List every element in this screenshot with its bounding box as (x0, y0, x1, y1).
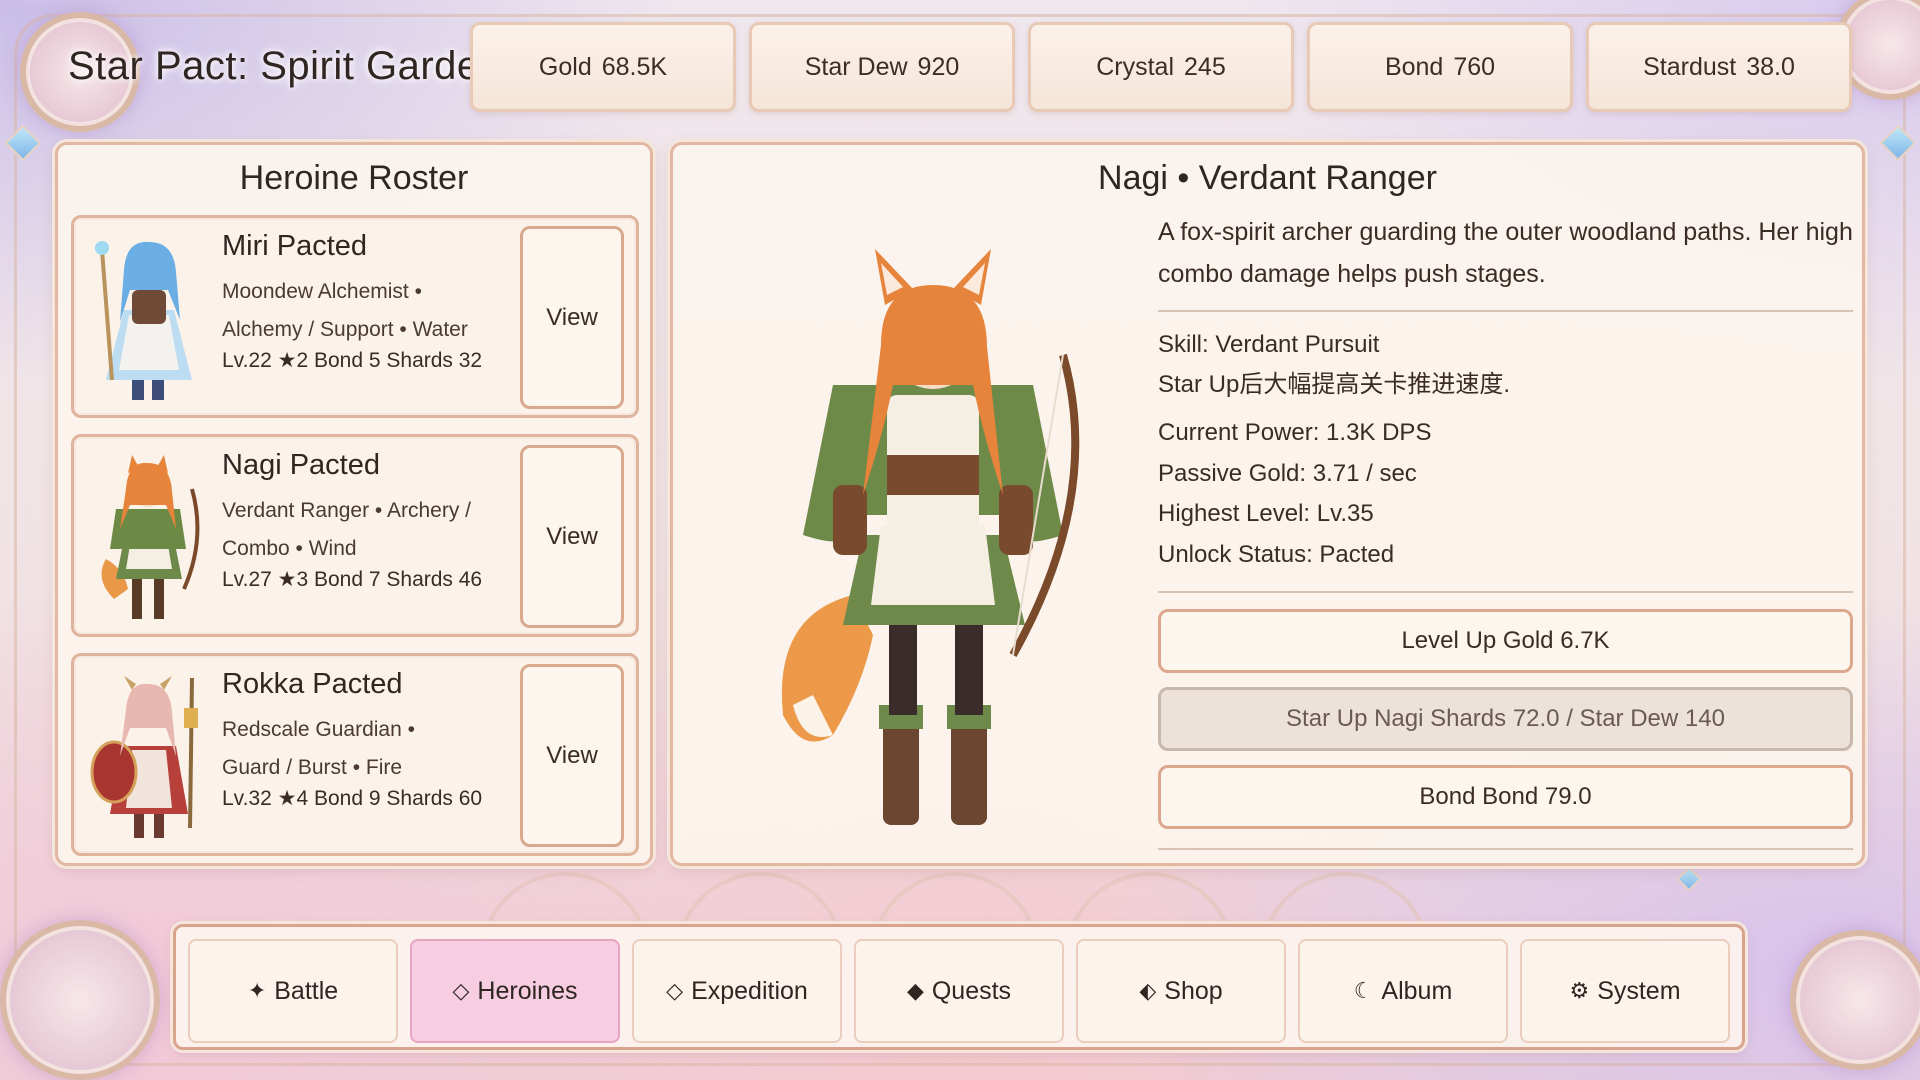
resource-value: 760 (1453, 52, 1496, 81)
corner-orb-bottom-left (0, 920, 160, 1080)
resource-value: 245 (1184, 52, 1226, 81)
heroine-name: Miri Pacted (222, 230, 368, 262)
heroine-role: Combo • Wind (222, 537, 357, 560)
divider (1158, 310, 1853, 312)
resource-label: Crystal (1096, 52, 1175, 81)
skill-description: Star Up后大幅提高关卡推进速度. (1158, 371, 1511, 398)
heroine-info: Moondew Alchemist • Alchemy / Support • … (222, 273, 512, 349)
sparkle-icon: ✦ (247, 978, 267, 1003)
diamond-filled-icon: ◆ (906, 978, 924, 1003)
view-nagi-button[interactable]: View (520, 445, 624, 628)
heroine-roster-panel: Heroine Roster Miri Pacted Moondew Alche… (55, 142, 653, 866)
level-up-button[interactable]: Level Up Gold 6.7K (1158, 609, 1853, 673)
tab-system[interactable]: ⚙ System (1520, 939, 1730, 1043)
heroine-name: Nagi Pacted (222, 449, 380, 481)
diamond-outline-icon: ◇ (452, 978, 470, 1003)
bond-button[interactable]: Bond Bond 79.0 (1158, 765, 1853, 829)
tab-label: Shop (1164, 976, 1223, 1005)
view-miri-button[interactable]: View (520, 226, 624, 409)
stat-highest-level: Highest Level: Lv.35 (1158, 500, 1374, 527)
star-up-button[interactable]: Star Up Nagi Shards 72.0 / Star Dew 140 (1158, 687, 1853, 751)
divider (1158, 591, 1853, 593)
bottom-navigation: ✦ Battle ◇ Heroines ◇ Expedition ◆ Quests ⬖ S… (173, 924, 1745, 1050)
shop-gem-icon: ⬖ (1139, 978, 1157, 1003)
tab-shop[interactable]: ⬖ Shop (1076, 939, 1286, 1043)
heroine-info: Verdant Ranger • Archery / Combo • Wind (222, 492, 512, 568)
tab-expedition[interactable]: ◇ Expedition (632, 939, 842, 1043)
tab-battle[interactable]: ✦ Battle (188, 939, 398, 1043)
resource-label: Gold (538, 52, 592, 81)
tab-label: Heroines (477, 976, 578, 1005)
resource-gold: Gold 68.5K (470, 22, 736, 112)
heroine-stats: Lv.32 ★4 Bond 9 Shards 60 (222, 787, 483, 810)
resource-bond: Bond 760 (1307, 22, 1573, 112)
heroine-full-art-nagi (781, 249, 1080, 825)
heroine-role: Alchemy / Support • Water (222, 318, 468, 341)
tab-heroines[interactable]: ◇ Heroines (410, 939, 620, 1043)
heroine-portrait-nagi (101, 455, 200, 619)
heroine-description: A fox-spirit archer guarding the outer w… (1158, 218, 1853, 288)
resource-label: Star Dew (804, 52, 908, 81)
skill-name: Skill: Verdant Pursuit (1158, 331, 1380, 358)
roster-card-rokka: Rokka Pacted Redscale Guardian • Guard /… (71, 653, 639, 856)
roster-card-nagi: Nagi Pacted Verdant Ranger • Archery / C… (71, 434, 639, 637)
view-rokka-button[interactable]: View (520, 664, 624, 847)
stat-current-power: Current Power: 1.3K DPS (1158, 419, 1432, 446)
heroine-info: Redscale Guardian • Guard / Burst • Fire (222, 711, 512, 787)
stat-unlock-status: Unlock Status: Pacted (1158, 540, 1395, 568)
divider (1158, 848, 1853, 850)
resource-star-dew: Star Dew 920 (749, 22, 1015, 112)
tab-label: System (1597, 976, 1681, 1005)
resource-value: 68.5K (601, 52, 668, 81)
heroine-stat-list: Current Power: 1.3K DPS Passive Gold: 3.… (1158, 413, 1858, 575)
tab-label: Quests (931, 976, 1012, 1005)
heroine-portrait-rokka (90, 676, 198, 838)
detail-title: Nagi • Verdant Ranger (1098, 159, 1437, 197)
resource-crystal: Crystal 245 (1028, 22, 1294, 112)
roster-card-miri: Miri Pacted Moondew Alchemist • Alchemy … (71, 215, 639, 418)
heroine-name: Rokka Pacted (222, 668, 403, 700)
tab-quests[interactable]: ◆ Quests (854, 939, 1064, 1043)
gear-icon: ⚙ (1569, 978, 1590, 1003)
heroine-stats: Lv.22 ★2 Bond 5 Shards 32 (222, 349, 483, 372)
resource-value: 38.0 (1746, 52, 1795, 81)
tab-label: Battle (274, 976, 339, 1005)
tab-album[interactable]: ☾ Album (1298, 939, 1508, 1043)
heroine-stats: Lv.27 ★3 Bond 7 Shards 46 (222, 568, 483, 591)
resource-stardust: Stardust 38.0 (1586, 22, 1852, 112)
tab-label: Expedition (691, 976, 808, 1005)
tab-label: Album (1381, 976, 1453, 1005)
heroine-detail-panel: Nagi • Verdant Ranger A fox-spirit arche… (670, 142, 1865, 866)
resource-value: 920 (917, 52, 960, 81)
heroine-class: Redscale Guardian • (222, 718, 415, 741)
heroine-class: Moondew Alchemist • (222, 280, 422, 303)
heroine-portrait-miri (95, 241, 192, 400)
roster-title: Heroine Roster (239, 159, 469, 197)
diamond-outline-icon: ◇ (666, 978, 684, 1003)
crescent-moon-icon: ☾ (1353, 978, 1374, 1003)
resource-label: Bond (1384, 52, 1444, 81)
game-title: Star Pact: Spirit Garden (68, 44, 503, 88)
corner-orb-bottom-right (1790, 930, 1920, 1070)
stat-passive-gold: Passive Gold: 3.71 / sec (1158, 459, 1417, 487)
skill-section: Skill: Verdant Pursuit Star Up后大幅提高关卡推进速… (1158, 325, 1858, 405)
heroine-class: Verdant Ranger • Archery / (222, 499, 471, 522)
resource-label: Stardust (1643, 52, 1737, 81)
heroine-role: Guard / Burst • Fire (222, 756, 403, 779)
